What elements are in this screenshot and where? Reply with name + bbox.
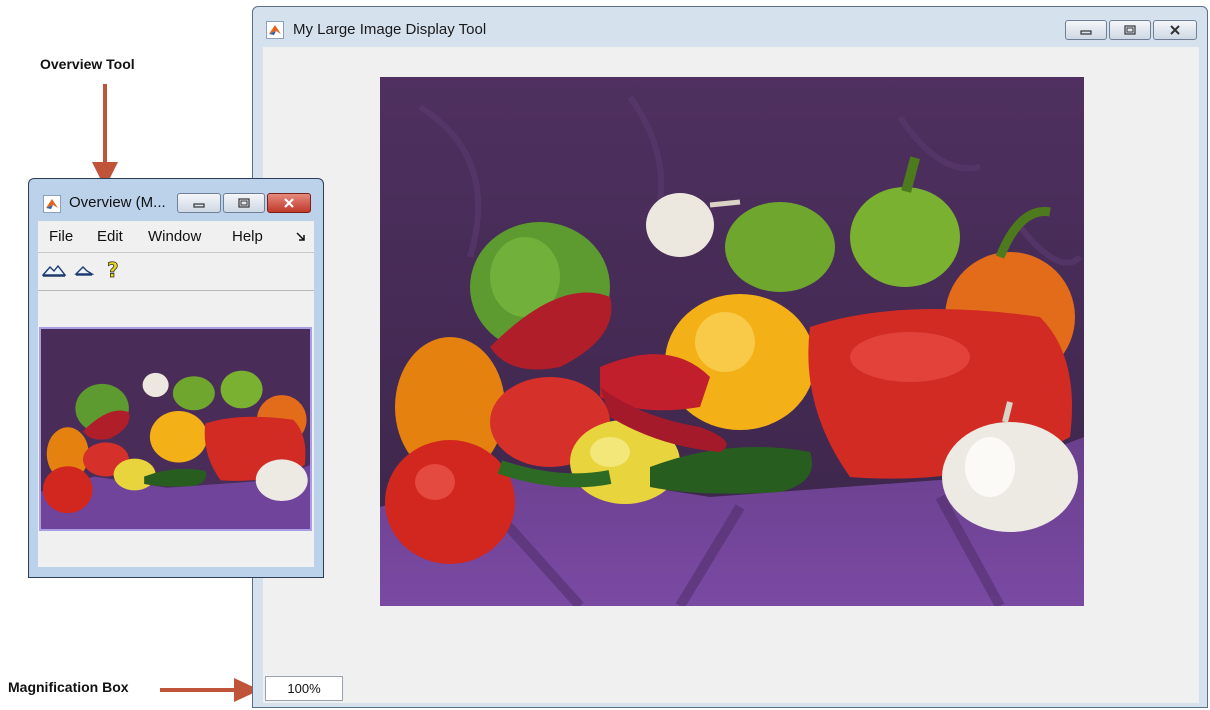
- overview-toolbar: ?: [38, 253, 314, 291]
- overview-minimize-button[interactable]: [177, 193, 221, 213]
- help-icon[interactable]: ?: [105, 258, 123, 287]
- dock-arrow-icon[interactable]: [296, 229, 306, 246]
- zoom-in-icon[interactable]: [41, 260, 67, 285]
- overview-close-button[interactable]: [267, 193, 311, 213]
- main-image-window: My Large Image Display Tool 100%: [252, 6, 1208, 708]
- menu-help[interactable]: Help: [232, 228, 263, 245]
- peppers-image[interactable]: [380, 77, 1084, 606]
- overview-maximize-button[interactable]: [223, 193, 265, 213]
- magnification-box-annotation: Magnification Box: [8, 679, 129, 695]
- svg-text:?: ?: [107, 258, 119, 282]
- minimize-icon: [178, 194, 220, 212]
- restore-icon: [224, 194, 264, 212]
- close-icon: [268, 194, 310, 212]
- matlab-icon: [43, 195, 61, 213]
- overview-menubar: File Edit Window Help: [38, 221, 314, 253]
- restore-icon: [1110, 21, 1150, 39]
- overview-tool-annotation: Overview Tool: [40, 56, 135, 72]
- matlab-icon: [266, 21, 284, 39]
- zoom-out-icon[interactable]: [74, 262, 95, 283]
- overview-window: Overview (M... File Edit Window Help ?: [28, 178, 324, 578]
- magnification-box[interactable]: 100%: [265, 676, 343, 701]
- menu-file[interactable]: File: [49, 228, 73, 245]
- close-icon: [1154, 21, 1196, 39]
- overview-thumbnail[interactable]: [39, 327, 312, 531]
- overview-window-title: Overview (M...: [69, 194, 166, 211]
- close-button[interactable]: [1153, 20, 1197, 40]
- minimize-icon: [1066, 21, 1106, 39]
- main-window-title: My Large Image Display Tool: [293, 21, 487, 38]
- peppers-thumbnail-illustration: [41, 329, 310, 529]
- main-titlebar[interactable]: My Large Image Display Tool: [253, 7, 1207, 47]
- main-client-area: 100%: [263, 47, 1199, 703]
- peppers-illustration: [380, 77, 1084, 606]
- maximize-button[interactable]: [1109, 20, 1151, 40]
- overview-client-area: [38, 291, 314, 567]
- menu-window[interactable]: Window: [148, 228, 201, 245]
- menu-edit[interactable]: Edit: [97, 228, 123, 245]
- minimize-button[interactable]: [1065, 20, 1107, 40]
